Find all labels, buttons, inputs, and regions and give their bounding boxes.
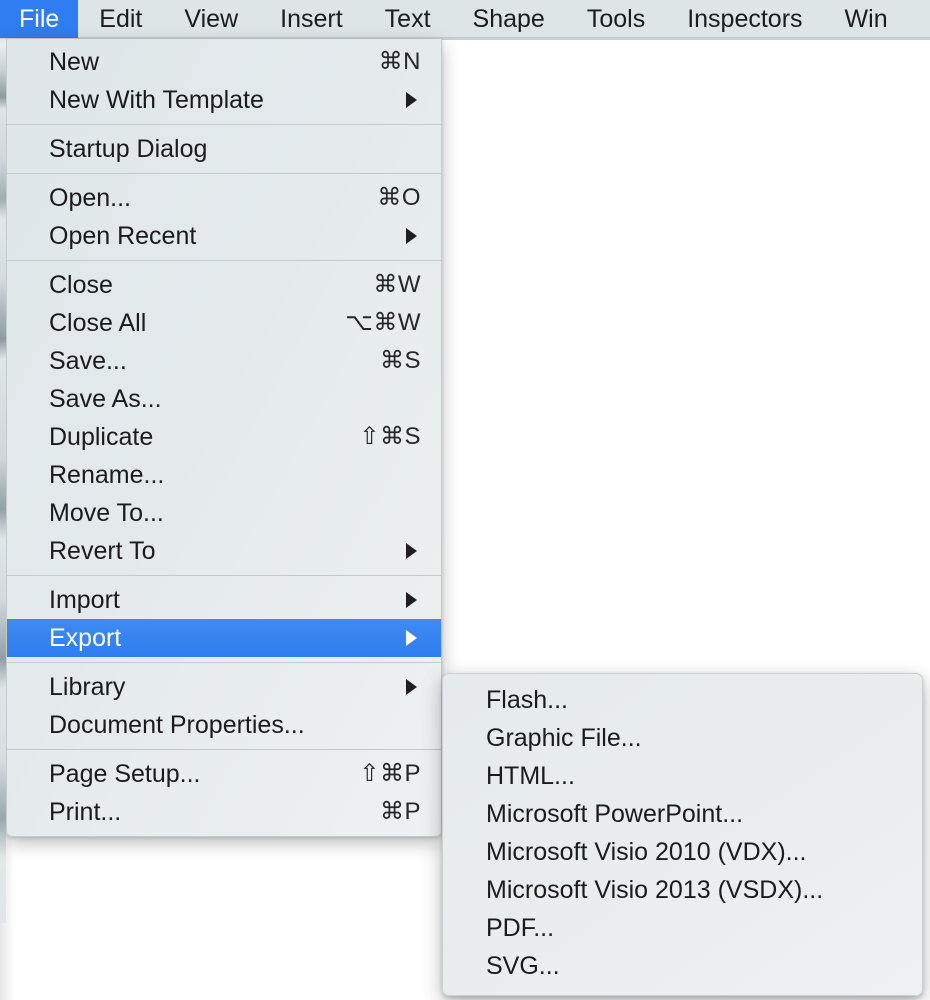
export-submenu: Flash... Graphic File... HTML... Microsoft … (442, 673, 923, 996)
menu-item-label: Revert To (49, 539, 156, 564)
menu-separator (7, 575, 441, 576)
menu-item-label: Close (49, 273, 113, 298)
menu-item-label: Export (49, 626, 121, 651)
menu-separator (7, 662, 441, 663)
menu-item-open[interactable]: Open... ⌘O (7, 179, 441, 217)
submenu-arrow-icon (406, 92, 417, 108)
file-menu-dropdown: New ⌘N New With Template Startup Dialog Open… (6, 39, 442, 837)
menu-separator (7, 749, 441, 750)
menu-item-label: Library (49, 675, 125, 700)
menu-separator (7, 260, 441, 261)
menu-item-label: Duplicate (49, 425, 153, 450)
menu-item-shortcut: ⌘N (379, 50, 421, 74)
menu-item-label: New With Template (49, 88, 264, 113)
submenu-arrow-icon (406, 228, 417, 244)
menubar-item-shape[interactable]: Shape (452, 0, 566, 38)
export-item-pdf[interactable]: PDF... (443, 909, 922, 947)
export-item-label: Microsoft Visio 2010 (VDX)... (486, 840, 806, 865)
submenu-arrow-icon (406, 630, 417, 646)
menu-item-label: Import (49, 588, 120, 613)
menu-item-duplicate[interactable]: Duplicate ⇧⌘S (7, 418, 441, 456)
menu-item-shortcut: ⌘S (380, 349, 421, 373)
menu-separator (7, 124, 441, 125)
menu-item-label: Page Setup... (49, 762, 201, 787)
menu-item-close[interactable]: Close ⌘W (7, 266, 441, 304)
menu-item-print[interactable]: Print... ⌘P (7, 793, 441, 831)
menu-item-save-as[interactable]: Save As... (7, 380, 441, 418)
menubar-item-tools[interactable]: Tools (566, 0, 666, 38)
export-item-label: Microsoft PowerPoint... (486, 802, 743, 827)
menu-item-label: Open... (49, 186, 131, 211)
menu-item-close-all[interactable]: Close All ⌥⌘W (7, 304, 441, 342)
menu-item-startup-dialog[interactable]: Startup Dialog (7, 130, 441, 168)
menu-item-label: Document Properties... (49, 713, 305, 738)
menu-item-export[interactable]: Export (7, 619, 441, 657)
menu-item-label: New (49, 50, 99, 75)
menubar-item-insert[interactable]: Insert (259, 0, 364, 38)
menubar-item-file[interactable]: File (0, 0, 78, 38)
menu-item-rename[interactable]: Rename... (7, 456, 441, 494)
menu-item-new-with-template[interactable]: New With Template (7, 81, 441, 119)
menu-item-label: Startup Dialog (49, 137, 207, 162)
menu-item-new[interactable]: New ⌘N (7, 43, 441, 81)
menu-item-label: Open Recent (49, 224, 196, 249)
window-edge-sliver (0, 39, 6, 923)
menu-item-shortcut: ⌥⌘W (345, 311, 421, 335)
menu-item-shortcut: ⌘W (373, 273, 421, 297)
menu-item-shortcut: ⌘P (380, 800, 421, 824)
menubar-item-text[interactable]: Text (364, 0, 452, 38)
app-window: FileEditViewInsertTextShapeToolsInspecto… (0, 0, 930, 1000)
submenu-arrow-icon (406, 679, 417, 695)
menubar-item-win[interactable]: Win (824, 0, 909, 38)
export-item-html[interactable]: HTML... (443, 757, 922, 795)
submenu-arrow-icon (406, 543, 417, 559)
export-item-microsoft-visio-2010-vdx[interactable]: Microsoft Visio 2010 (VDX)... (443, 833, 922, 871)
menu-separator (7, 173, 441, 174)
menu-bar: FileEditViewInsertTextShapeToolsInspecto… (0, 0, 930, 38)
export-item-label: PDF... (486, 916, 554, 941)
export-item-svg[interactable]: SVG... (443, 947, 922, 985)
menu-item-save[interactable]: Save... ⌘S (7, 342, 441, 380)
menu-item-label: Save As... (49, 387, 162, 412)
menu-item-move-to[interactable]: Move To... (7, 494, 441, 532)
menu-item-label: Save... (49, 349, 127, 374)
export-item-label: Graphic File... (486, 726, 642, 751)
menu-item-open-recent[interactable]: Open Recent (7, 217, 441, 255)
export-item-graphic-file[interactable]: Graphic File... (443, 719, 922, 757)
menu-item-import[interactable]: Import (7, 581, 441, 619)
export-item-label: Microsoft Visio 2013 (VSDX)... (486, 878, 823, 903)
menu-item-shortcut: ⌘O (377, 186, 421, 210)
export-item-microsoft-visio-2013-vsdx[interactable]: Microsoft Visio 2013 (VSDX)... (443, 871, 922, 909)
export-item-label: HTML... (486, 764, 575, 789)
menu-item-shortcut: ⇧⌘P (359, 762, 421, 786)
menu-item-document-properties[interactable]: Document Properties... (7, 706, 441, 744)
export-item-label: Flash... (486, 688, 568, 713)
menu-item-revert-to[interactable]: Revert To (7, 532, 441, 570)
menu-item-page-setup[interactable]: Page Setup... ⇧⌘P (7, 755, 441, 793)
export-item-microsoft-powerpoint[interactable]: Microsoft PowerPoint... (443, 795, 922, 833)
menubar-item-view[interactable]: View (163, 0, 259, 38)
menu-item-library[interactable]: Library (7, 668, 441, 706)
submenu-arrow-icon (406, 592, 417, 608)
menu-item-label: Print... (49, 800, 121, 825)
menu-item-shortcut: ⇧⌘S (359, 425, 421, 449)
export-item-label: SVG... (486, 954, 560, 979)
menubar-item-inspectors[interactable]: Inspectors (666, 0, 823, 38)
export-item-flash[interactable]: Flash... (443, 681, 922, 719)
menu-item-label: Close All (49, 311, 146, 336)
menu-item-label: Move To... (49, 501, 164, 526)
menubar-item-edit[interactable]: Edit (78, 0, 163, 38)
menu-item-label: Rename... (49, 463, 164, 488)
